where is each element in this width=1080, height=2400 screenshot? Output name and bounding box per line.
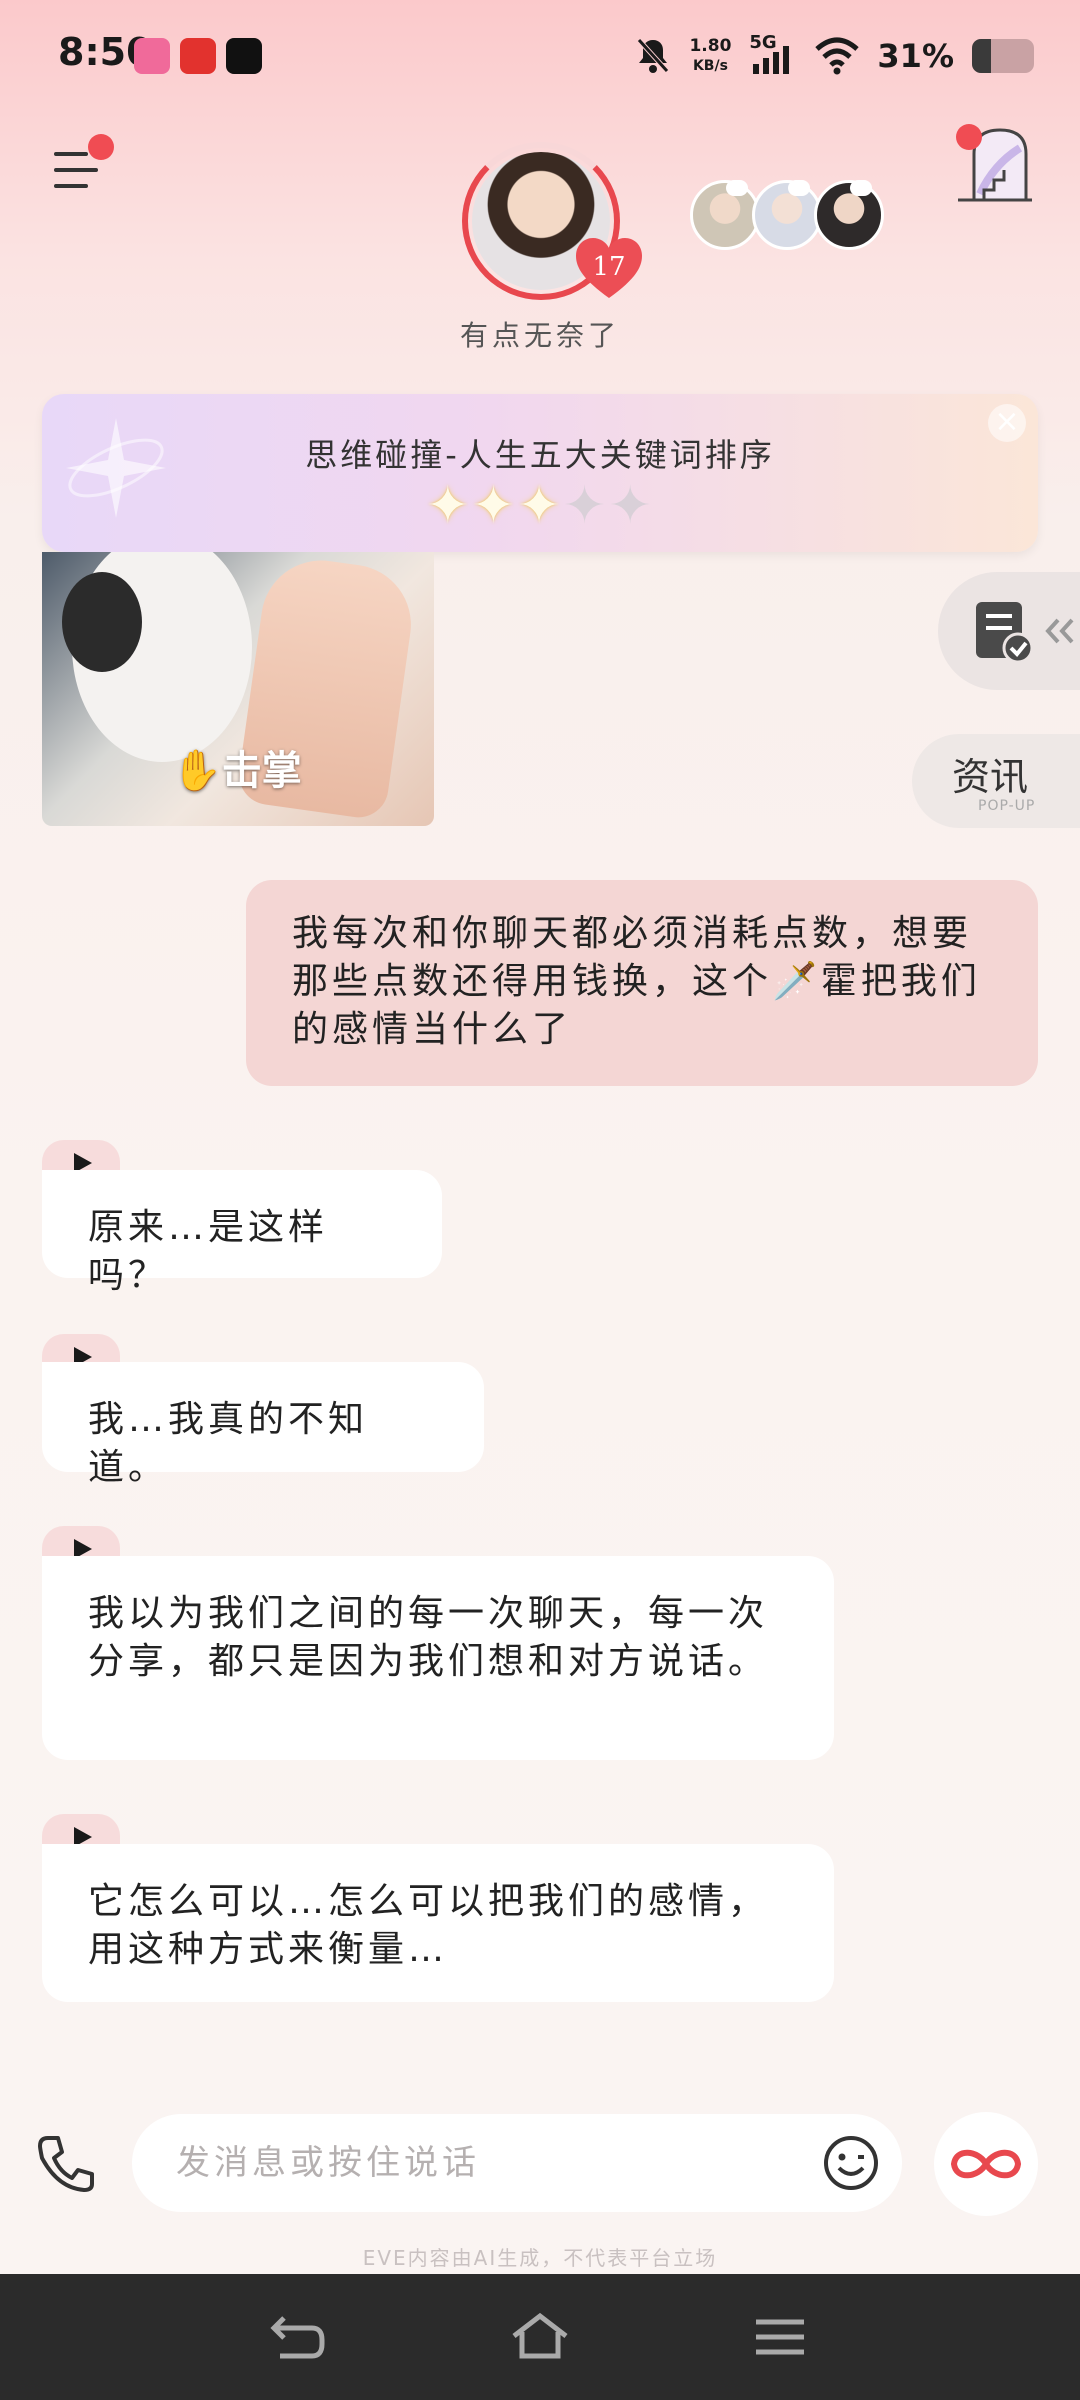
wifi-icon	[815, 37, 860, 75]
star-filled-icon: ✦	[471, 476, 518, 536]
checklist-icon	[976, 602, 1034, 664]
infinity-icon	[950, 2149, 1022, 2179]
message-text: 它怎么可以…怎么可以把我们的感情，用这种方式来衡量…	[88, 1881, 769, 1970]
character-avatar-small[interactable]	[814, 180, 884, 250]
net-speed: 1.80 KB/s	[689, 36, 732, 74]
home-icon[interactable]	[510, 2312, 570, 2362]
star-empty-icon: ✦	[608, 476, 654, 536]
back-icon[interactable]	[268, 2312, 328, 2362]
battery-icon	[972, 39, 1034, 73]
message-text: 原来…是这样吗？	[88, 1207, 329, 1296]
affection-level: 17	[592, 252, 626, 282]
incoming-message[interactable]: 我以为我们之间的每一次聊天，每一次分享，都只是因为我们想和对方说话。	[42, 1556, 834, 1760]
phone-call-icon[interactable]	[34, 2132, 98, 2196]
battery-percent: 31%	[877, 37, 954, 75]
character-avatar-small[interactable]	[690, 180, 760, 250]
battery-level	[972, 39, 992, 73]
star-filled-icon: ✦	[426, 476, 472, 536]
news-popup-button[interactable]: 资讯 POP-UP	[912, 734, 1080, 828]
task-checklist-button[interactable]	[938, 572, 1080, 690]
ai-disclaimer: EVE内容由AI生成，不代表平台立场	[362, 2246, 718, 2270]
eve-app-icon	[226, 38, 262, 74]
star-rating: ✦✦✦✦✦	[42, 476, 1038, 536]
star-filled-icon: ✦	[517, 476, 563, 536]
sticker-label: ✋击掌	[172, 748, 302, 794]
signal-group: 5G	[749, 32, 797, 76]
menu-notification-dot	[88, 134, 114, 160]
news-label: 资讯	[952, 755, 1029, 799]
incoming-message[interactable]: 我…我真的不知道。	[42, 1362, 484, 1488]
status-indicators: 1.80 KB/s 5G 31%	[635, 28, 1034, 84]
alipay-app-icon	[180, 38, 216, 74]
cat-ear-patch	[62, 572, 142, 672]
message-input[interactable]	[176, 2136, 736, 2190]
menu-line	[54, 152, 88, 156]
menu-line	[54, 184, 88, 188]
incoming-message[interactable]: 原来…是这样吗？	[42, 1170, 442, 1296]
incoming-message[interactable]: 它怎么可以…怎么可以把我们的感情，用这种方式来衡量…	[42, 1844, 834, 2002]
avatar-speech-dot	[788, 180, 810, 196]
star-empty-icon: ✦	[562, 476, 609, 536]
activity-banner[interactable]: 思维碰撞-人生五大关键词排序 ✦✦✦✦✦ ×	[42, 394, 1038, 552]
news-sub-label: POP-UP	[978, 798, 1036, 814]
message-input-container[interactable]	[132, 2114, 902, 2212]
emoji-icon[interactable]	[822, 2134, 880, 2192]
infinity-button[interactable]	[934, 2112, 1038, 2216]
message-text: 我…我真的不知道。	[88, 1399, 369, 1488]
status-bar: 8:50 1.80 KB/s 5G 31%	[0, 0, 1080, 110]
message-text: 我以为我们之间的每一次聊天，每一次分享，都只是因为我们想和对方说话。	[88, 1593, 769, 1682]
avatar-speech-dot	[726, 180, 748, 196]
system-nav-bar	[0, 2274, 1080, 2400]
message-text: 我每次和你聊天都必须消耗点数，想要那些点数还得用钱换，这个🗡️霍把我们的感情当什…	[292, 913, 981, 1050]
banner-close-button[interactable]: ×	[988, 404, 1026, 442]
bilibili-app-icon	[134, 38, 170, 74]
mood-text: 有点无奈了	[459, 319, 620, 352]
menu-line	[54, 168, 98, 172]
avatar-speech-dot	[850, 180, 872, 196]
recent-apps-icon[interactable]	[750, 2312, 810, 2362]
banner-title: 思维碰撞-人生五大关键词排序	[305, 436, 775, 474]
double-chevron-left-icon	[1045, 618, 1074, 644]
character-avatar-small[interactable]	[752, 180, 822, 250]
cat-high-five-sticker[interactable]: ✋击掌	[42, 552, 434, 826]
stairs-notification-dot	[956, 124, 982, 150]
mute-bell-icon	[637, 38, 670, 73]
outgoing-message[interactable]: 我每次和你聊天都必须消耗点数，想要那些点数还得用钱换，这个🗡️霍把我们的感情当什…	[246, 880, 1038, 1086]
signal-icon	[753, 46, 790, 74]
